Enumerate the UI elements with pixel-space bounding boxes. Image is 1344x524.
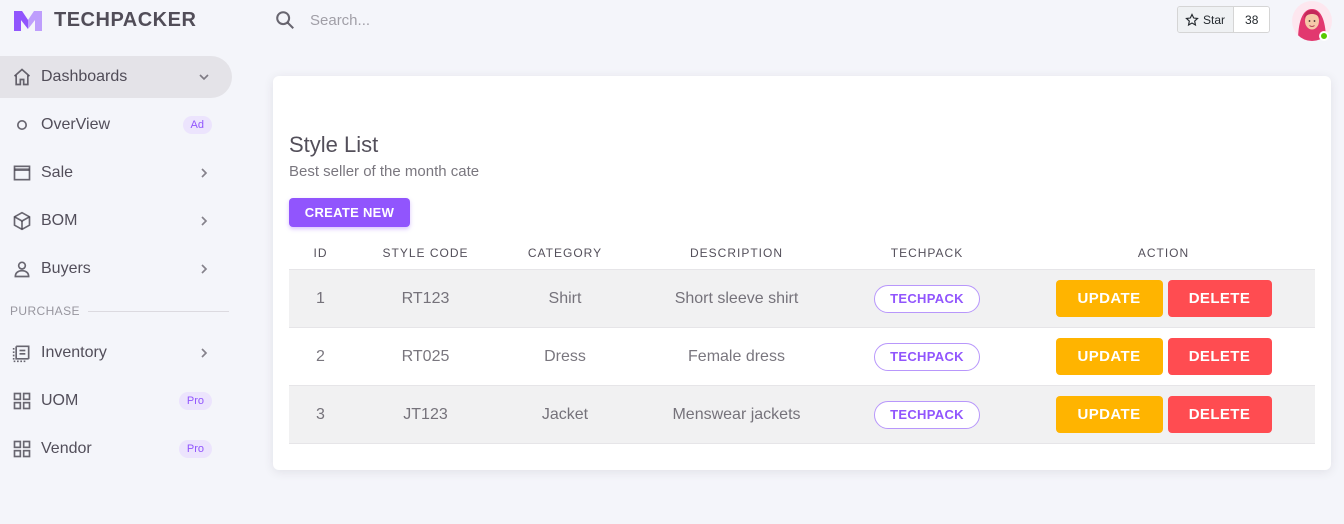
star-icon — [1185, 12, 1199, 26]
column-header-action: ACTION — [1137, 245, 1190, 260]
circle-icon — [12, 115, 32, 135]
section-label: PURCHASE — [10, 304, 80, 318]
grid-icon — [12, 439, 32, 459]
cell-category: Jacket — [541, 405, 589, 423]
sidebar-item-label: Dashboards — [41, 68, 128, 85]
star-button[interactable]: Star — [1178, 7, 1235, 32]
window-icon — [12, 163, 32, 183]
sidebar-item-overview[interactable]: OverView Ad — [0, 104, 232, 146]
sidebar-item-uom[interactable]: UOM Pro — [0, 380, 232, 422]
sidebar-item-label: BOM — [41, 212, 78, 229]
style-table: ID STYLE CODE CATEGORY DESCRIPTION TECHP… — [289, 236, 1315, 444]
cell-id: 3 — [316, 405, 325, 423]
sidebar-item-sale[interactable]: Sale — [0, 152, 232, 194]
delete-button[interactable]: DELETE — [1167, 338, 1272, 375]
chevron-right-icon — [201, 264, 208, 274]
search-input[interactable] — [310, 11, 610, 29]
column-header-techpack: TECHPACK — [890, 245, 964, 260]
star-label: Star — [1203, 12, 1226, 27]
sidebar-item-inventory[interactable]: Inventory — [0, 332, 232, 374]
cell-id: 1 — [316, 289, 325, 307]
cell-description: Female dress — [688, 347, 785, 365]
sidebar-item-dashboards[interactable]: Dashboards — [0, 56, 232, 98]
cell-techpack: TECHPACK — [842, 342, 1012, 371]
github-star-widget: Star 38 — [1177, 6, 1271, 33]
search-bar — [274, 8, 610, 32]
cell-action: UPDATE DELETE — [1012, 338, 1315, 375]
sidebar-nav: Dashboards OverView Ad Sale BOM Buyers P… — [0, 56, 232, 476]
chevron-right-icon — [201, 348, 208, 358]
sidebar-item-label: Inventory — [41, 344, 107, 361]
sidebar-item-bom[interactable]: BOM — [0, 200, 232, 242]
user-icon — [12, 259, 32, 279]
sidebar-item-vendor[interactable]: Vendor Pro — [0, 428, 232, 470]
brand[interactable]: TECHPACKER — [12, 6, 196, 34]
pro-badge: Pro — [178, 440, 212, 458]
table-row: 2 RT025 Dress Female dress TECHPACK UPDA… — [289, 328, 1315, 386]
column-header-id: ID — [313, 245, 328, 260]
online-status-badge — [1319, 31, 1329, 41]
style-list-card: Style List Best seller of the month cate… — [273, 76, 1331, 470]
delete-button[interactable]: DELETE — [1167, 280, 1272, 317]
sidebar-item-label: Sale — [41, 164, 74, 181]
sidebar-section-header: PURCHASE — [0, 296, 232, 326]
techpack-button[interactable]: TECHPACK — [874, 400, 980, 429]
sidebar-item-label: Vendor — [41, 440, 92, 457]
cell-category: Shirt — [548, 289, 582, 307]
cell-id: 2 — [316, 347, 325, 365]
cell-techpack: TECHPACK — [842, 400, 1012, 429]
create-new-button[interactable]: CREATE NEW — [289, 198, 410, 227]
update-button[interactable]: UPDATE — [1055, 280, 1163, 317]
cell-category: Dress — [544, 347, 586, 365]
column-header-description: DESCRIPTION — [689, 245, 783, 260]
techpack-button[interactable]: TECHPACK — [874, 284, 980, 313]
table-row: 1 RT123 Shirt Short sleeve shirt TECHPAC… — [289, 270, 1315, 328]
cell-style-code: JT123 — [403, 405, 448, 423]
table-row: 3 JT123 Jacket Menswear jackets TECHPACK… — [289, 386, 1315, 444]
search-icon[interactable] — [274, 9, 296, 31]
column-header-category: CATEGORY — [527, 245, 603, 260]
chevron-right-icon — [201, 168, 208, 178]
star-count[interactable]: 38 — [1234, 7, 1270, 32]
update-button[interactable]: UPDATE — [1055, 396, 1163, 433]
sidebar-item-label: OverView — [41, 116, 111, 133]
cell-action: UPDATE DELETE — [1012, 280, 1315, 317]
sidebar-item-buyers[interactable]: Buyers — [0, 248, 232, 290]
sidebar-item-label: UOM — [41, 392, 79, 409]
chevron-down-icon — [199, 74, 209, 81]
home-icon — [12, 67, 32, 87]
cell-style-code: RT123 — [401, 289, 450, 307]
card-title: Style List — [289, 132, 379, 157]
update-button[interactable]: UPDATE — [1055, 338, 1163, 375]
brand-name: TECHPACKER — [54, 8, 197, 31]
cube-icon — [12, 211, 32, 231]
cell-style-code: RT025 — [401, 347, 450, 365]
sidebar-item-label: Buyers — [41, 260, 91, 277]
brand-logo-icon — [14, 11, 42, 31]
techpack-button[interactable]: TECHPACK — [874, 342, 980, 371]
ad-badge: Ad — [182, 116, 212, 134]
cell-description: Short sleeve shirt — [674, 289, 799, 307]
list-icon — [12, 343, 32, 363]
column-header-style-code: STYLE CODE — [382, 245, 469, 260]
delete-button[interactable]: DELETE — [1167, 396, 1272, 433]
cell-description: Menswear jackets — [672, 405, 801, 423]
section-divider — [87, 310, 229, 312]
table-header: ID STYLE CODE CATEGORY DESCRIPTION TECHP… — [289, 236, 1315, 270]
pro-badge: Pro — [178, 392, 212, 410]
sidebar: TECHPACKER Dashboards OverView Ad Sale B… — [0, 0, 240, 524]
chevron-right-icon — [201, 216, 208, 226]
card-subtitle: Best seller of the month cate — [289, 163, 480, 180]
grid-icon — [12, 391, 32, 411]
cell-techpack: TECHPACK — [842, 284, 1012, 313]
cell-action: UPDATE DELETE — [1012, 396, 1315, 433]
